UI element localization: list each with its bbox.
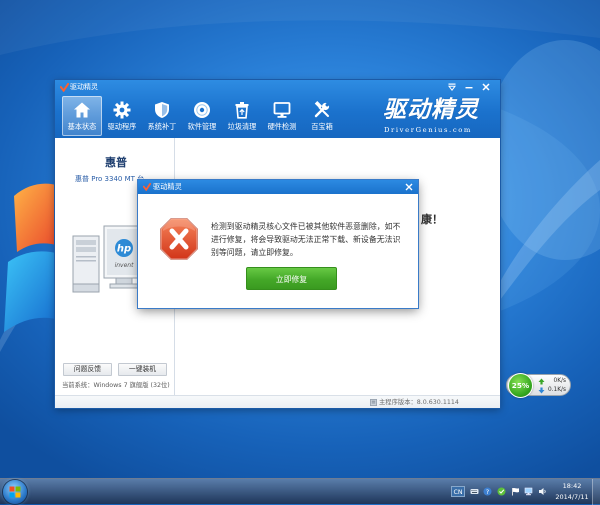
feedback-button[interactable]: 问题反馈 (63, 363, 112, 376)
svg-text:hp: hp (117, 244, 131, 255)
repair-now-button[interactable]: 立即修复 (246, 267, 337, 290)
close-icon[interactable] (481, 82, 491, 92)
up-arrow-icon (538, 378, 545, 385)
tab-system-patches[interactable]: 系统补丁 (142, 96, 182, 136)
taskbar: CN ? 18:42 2014/7/11 (0, 478, 600, 505)
current-system-text: 当前系统：Windows 7 旗舰版 (32位) (62, 382, 170, 389)
message-line: 别等问题，请立即修复。 (211, 248, 298, 257)
usage-percent-badge: 25% (508, 373, 533, 398)
windows-logo-icon (9, 486, 21, 498)
ime-help-icon[interactable]: ? (483, 487, 492, 496)
action-center-flag-icon[interactable] (511, 487, 520, 496)
home-icon (74, 102, 90, 118)
tab-label: 驱动程序 (107, 122, 137, 131)
version-text: 主程序版本：8.0.630.1114 (379, 399, 459, 406)
ime-keyboard-icon[interactable] (470, 487, 479, 496)
app-logo-icon (143, 183, 151, 191)
trash-icon (235, 102, 249, 119)
volume-icon[interactable] (538, 487, 547, 496)
close-icon[interactable] (405, 183, 413, 191)
network-speed-widget[interactable]: 25% 0K/s 0.1K/s (506, 373, 571, 398)
computer-model: 惠普 Pro 3340 MT 台 (75, 175, 145, 183)
brand-logo-site: DriverGenius.com (384, 126, 472, 134)
message-line: 进行修复，将会导致驱动无法正常下载、新设备无法识 (211, 235, 401, 244)
app-logo-icon (60, 83, 69, 92)
show-desktop-button[interactable] (592, 479, 600, 505)
download-speed: 0.1K/s (548, 387, 566, 393)
monitor-icon (273, 102, 291, 118)
language-indicator[interactable]: CN (451, 486, 465, 497)
tab-label: 硬件检测 (267, 122, 297, 131)
down-arrow-icon (538, 387, 545, 394)
status-headline: 康！ (421, 213, 443, 226)
dialog-message: 检测到驱动精灵核心文件已被其他软件恶意删除，如不 进行修复，将会导致驱动无法正常… (211, 220, 411, 259)
status-bar: 主程序版本：8.0.630.1114 (55, 395, 500, 408)
windows-logo-wallpaper-icon (4, 183, 60, 332)
clock-date: 2014/7/11 (555, 493, 589, 501)
repair-dialog: 驱动精灵 检测到驱动精灵核心文件已被其他软件恶意删除，如不 进行修复，将会导致驱… (138, 180, 418, 308)
menu-dropdown-icon[interactable] (447, 82, 457, 92)
computer-brand: 惠普 (105, 156, 127, 169)
dialog-title: 驱动精灵 (153, 182, 182, 191)
network-icon[interactable] (524, 487, 533, 496)
app-tray-icon[interactable] (497, 487, 506, 496)
svg-text:invent: invent (115, 262, 135, 269)
gear-icon (113, 101, 131, 119)
app-header: 驱动精灵 基本状态 驱动程序 系统补丁 软件管理 垃圾清理 硬件检测 百宝箱 驱… (55, 80, 500, 138)
tab-software-manager[interactable]: 软件管理 (182, 96, 222, 136)
minimize-icon[interactable] (464, 82, 474, 92)
tab-hardware-check[interactable]: 硬件检测 (262, 96, 302, 136)
upload-speed: 0K/s (553, 378, 566, 384)
dialog-title-bar: 驱动精灵 (138, 180, 418, 194)
computer-image: hp invent (72, 225, 145, 293)
disc-icon (194, 102, 210, 118)
tab-label: 垃圾清理 (227, 122, 257, 131)
tab-junk-cleanup[interactable]: 垃圾清理 (222, 96, 262, 136)
tab-basic-status[interactable]: 基本状态 (62, 96, 102, 136)
brand-logo-text: 驱动精灵 (383, 97, 479, 123)
start-button[interactable] (3, 480, 27, 504)
shield-icon (155, 102, 169, 118)
window-title: 驱动精灵 (70, 83, 98, 91)
one-click-install-button[interactable]: 一键装机 (118, 363, 167, 376)
info-icon (370, 399, 377, 406)
tab-toolbox[interactable]: 百宝箱 (302, 96, 342, 136)
tab-label: 基本状态 (67, 122, 97, 131)
message-line: 检测到驱动精灵核心文件已被其他软件恶意删除，如不 (211, 222, 401, 231)
tab-label: 软件管理 (187, 122, 217, 131)
clock-time: 18:42 (562, 482, 582, 490)
tab-label: 系统补丁 (147, 122, 177, 131)
tab-label: 百宝箱 (311, 122, 333, 131)
clock[interactable]: 18:42 2014/7/11 (552, 481, 592, 503)
error-x-icon (159, 217, 199, 261)
tab-drivers[interactable]: 驱动程序 (102, 96, 142, 136)
tools-icon (314, 101, 330, 118)
svg-text:?: ? (486, 488, 489, 496)
